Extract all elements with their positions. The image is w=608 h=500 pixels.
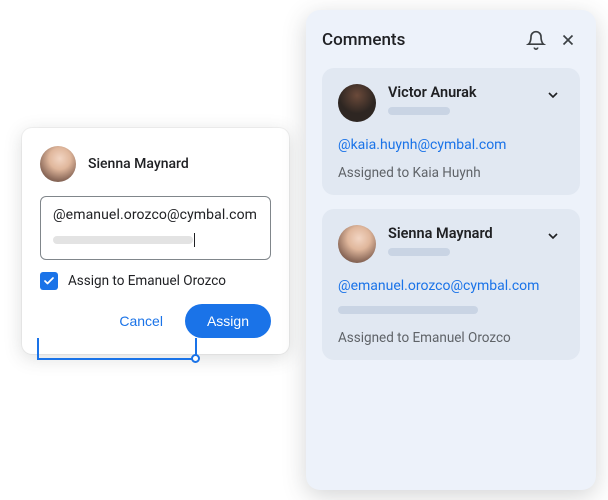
body-placeholder-row <box>338 306 564 314</box>
input-second-line <box>53 233 258 247</box>
assigned-to: Assigned to Emanuel Orozco <box>338 330 564 346</box>
panel-title: Comments <box>322 30 516 50</box>
assign-popup: Sienna Maynard @emanuel.orozco@cymbal.co… <box>22 128 289 354</box>
commenter-avatar <box>338 84 376 122</box>
checkbox-icon[interactable] <box>40 272 58 290</box>
cancel-button[interactable]: Cancel <box>105 305 177 337</box>
author-avatar <box>40 146 76 182</box>
panel-header: Comments <box>322 28 580 52</box>
mention-line: @emanuel.orozco@cymbal.com <box>338 275 564 294</box>
commenter-name-col: Sienna Maynard <box>388 225 530 256</box>
comment-card[interactable]: Victor Anurak @kaia.huynh@cymbal.com Ass… <box>322 68 580 195</box>
commenter-name: Victor Anurak <box>388 84 530 101</box>
comment-input[interactable]: @emanuel.orozco@cymbal.com <box>40 196 271 260</box>
assign-header: Sienna Maynard <box>40 146 271 182</box>
placeholder-bar <box>338 306 478 314</box>
timestamp-placeholder <box>388 248 450 256</box>
selection-handle-icon[interactable] <box>191 354 200 363</box>
chevron-down-icon[interactable] <box>542 225 564 247</box>
notifications-icon[interactable] <box>524 28 548 52</box>
commenter-name: Sienna Maynard <box>388 225 530 242</box>
comments-panel: Comments Victor Anurak @kaia.huynh@cymba… <box>306 10 596 490</box>
text-caret <box>194 233 195 247</box>
placeholder-bar <box>53 236 193 244</box>
comment-header: Victor Anurak <box>338 84 564 122</box>
author-name: Sienna Maynard <box>88 156 189 172</box>
timestamp-placeholder <box>388 107 450 115</box>
checkbox-label: Assign to Emanuel Orozco <box>68 273 226 289</box>
mention-text: @emanuel.orozco@cymbal.com <box>53 207 258 223</box>
close-icon[interactable] <box>556 28 580 52</box>
comment-header: Sienna Maynard <box>338 225 564 263</box>
mention-link[interactable]: @kaia.huynh@cymbal.com <box>338 137 506 153</box>
chevron-down-icon[interactable] <box>542 84 564 106</box>
mention-link[interactable]: @emanuel.orozco@cymbal.com <box>338 278 539 294</box>
comment-card[interactable]: Sienna Maynard @emanuel.orozco@cymbal.co… <box>322 209 580 360</box>
assign-button[interactable]: Assign <box>185 304 271 338</box>
mention-line: @kaia.huynh@cymbal.com <box>338 134 564 153</box>
commenter-avatar <box>338 225 376 263</box>
button-row: Cancel Assign <box>40 304 271 338</box>
assigned-to: Assigned to Kaia Huynh <box>338 165 564 181</box>
selection-anchor <box>37 338 197 360</box>
commenter-name-col: Victor Anurak <box>388 84 530 115</box>
assign-checkbox-row[interactable]: Assign to Emanuel Orozco <box>40 272 271 290</box>
